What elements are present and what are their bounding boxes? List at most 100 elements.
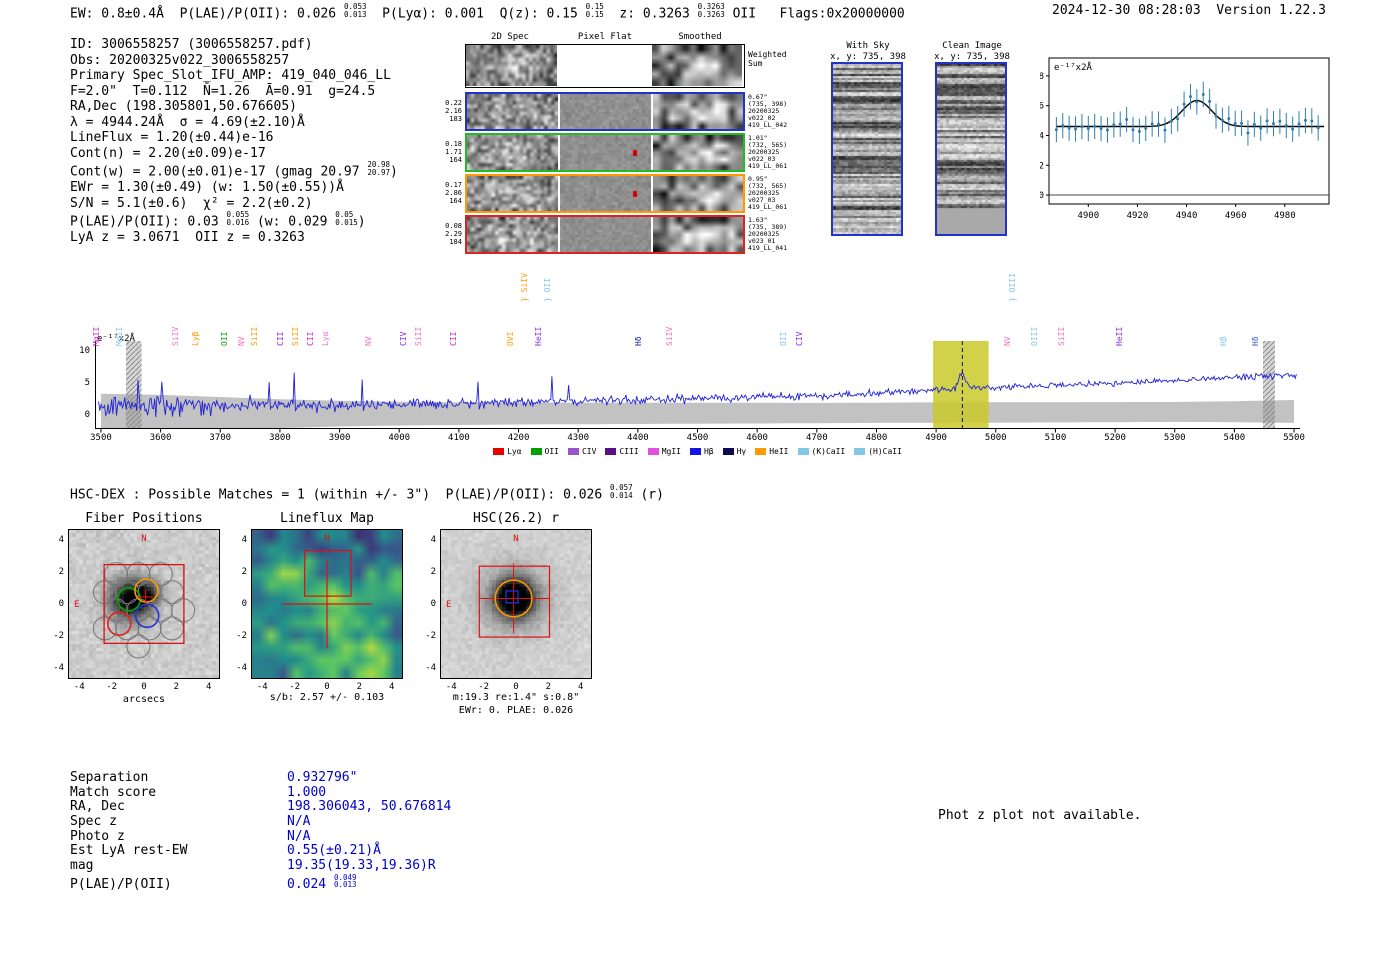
panel-x-tick-label: 0 (324, 682, 330, 692)
panel-x-tick-label: 2 (356, 682, 363, 692)
fiber-positions-title: Fiber Positions (85, 511, 203, 526)
lineflux-map-plot: N (251, 529, 403, 679)
fiber-circle (171, 598, 196, 623)
spectrum-y-tick-label: 10 (79, 346, 90, 357)
lineflux-map-title: Lineflux Map (280, 511, 374, 526)
fit-data-point (1201, 92, 1205, 96)
full-spectrum-plot (95, 341, 1300, 433)
spec2d-row-left-stats: 0.08 2.29 184 (445, 221, 462, 246)
panel-y-tick-label: -4 (53, 662, 64, 673)
legend-item: (H)CaII (854, 447, 902, 456)
emission-line-label: Lyβ (191, 331, 201, 346)
spectrum-y-tick-label: 5 (84, 378, 90, 389)
match-field-value: 0.55(±0.21)Å (287, 843, 381, 859)
cleanimage-image (935, 62, 1007, 236)
fit-data-point (1086, 127, 1090, 131)
fit-data-point (1284, 124, 1288, 128)
spectrum-x-tick-label: 4000 (388, 433, 411, 443)
spectrum-x-tick-label: 4800 (865, 433, 888, 443)
emission-line-label: Hδ (1251, 336, 1261, 346)
emission-line-label: SiII (250, 326, 260, 346)
match-field-value: 0.024 0.049 0.013 (287, 872, 357, 893)
emission-line-label: HeII (533, 326, 543, 346)
spec2d-col-header: 2D Spec (491, 32, 529, 42)
hsc-caption-morphology: m:19.3 re:1.4" s:0.8" (452, 692, 580, 703)
fit-data-point (1125, 117, 1129, 121)
fit-data-point (1240, 121, 1244, 125)
fit-y-tick-label: 0 (1040, 191, 1044, 201)
east-label: E (446, 600, 451, 610)
emission-line-label: OII (220, 331, 230, 346)
fiber-circle-highlighted (134, 603, 160, 629)
legend-swatch (605, 448, 617, 455)
panel-x-tick-label: -4 (73, 682, 85, 692)
legend-label: CIV (581, 447, 597, 456)
smoothed-image (652, 45, 742, 86)
spectrum-x-tick-label: 5100 (1044, 433, 1067, 443)
fit-data-point (1182, 102, 1186, 106)
fiber-circle (92, 616, 117, 641)
fiber-circle (104, 562, 129, 587)
fit-data-point (1233, 121, 1237, 125)
legend-label: Lyα (507, 447, 522, 456)
panel-x-tick-label: 4 (388, 682, 395, 692)
legend-swatch (755, 448, 767, 455)
masked-region-hatch (1263, 341, 1275, 429)
spectrum-x-tick-label: 4900 (925, 433, 947, 443)
legend-item: CIV (567, 447, 597, 456)
spec2d-image (466, 45, 557, 86)
fiber-circle-highlighted (106, 611, 132, 636)
spec2d-row-right-info: 0.67" (735, 398) 20200325 v022_02 419_LL… (748, 93, 788, 129)
fit-data-point (1163, 128, 1167, 132)
match-field-value: 19.35(19.33,19.36)R (287, 858, 436, 874)
spec2d-row-right-info: 1.63" (735, 389) 20200325 v023_01 419_LL… (748, 216, 788, 252)
spectrum-legend: Lyα OII CIV CIII MgII Hβ Hγ HeII (K)CaII (H)CaII (95, 447, 1300, 456)
fit-x-tick-label: 4940 (1176, 211, 1198, 221)
spectrum-x-tick-label: 4500 (686, 433, 709, 443)
north-label: N (513, 534, 518, 544)
info-line: RA,Dec (198.305801,50.676605) (70, 99, 297, 114)
info-line: Obs: 20200325v022_3006558257 (70, 52, 290, 68)
legend-item: CIII (605, 447, 639, 456)
emission-line-label: } OIII (1007, 273, 1017, 302)
cleanimage-canvas (937, 64, 1005, 234)
spectrum-error-band (101, 393, 1294, 429)
fit-x-tick-label: 4920 (1127, 211, 1149, 221)
spectrum-y-tick-label: 0 (84, 409, 90, 420)
fit-data-point (1105, 128, 1109, 132)
match-field-label: Photo z (70, 828, 125, 844)
north-label: N (141, 534, 146, 544)
spec2d-row-right-info: 0.95" (732, 565) 20200325 v027_03 419_LL… (748, 175, 788, 211)
match-field-value: 0.932796" (287, 770, 358, 785)
spectrum-x-tick-label: 5000 (984, 433, 1007, 443)
emission-line-label: OII (778, 331, 788, 346)
fit-y-tick-label: 6 (1040, 102, 1044, 112)
fit-plot-border (1048, 57, 1330, 205)
legend-swatch (689, 448, 701, 455)
header-datetime-version: 2024-12-30 08:28:03 Version 1.22.3 (1052, 3, 1326, 18)
stacked-uncertainty: 0.15 0.15 (585, 2, 604, 19)
panel-x-tick-label: -2 (106, 682, 118, 692)
fit-y-tick-label: 4 (1040, 131, 1044, 141)
spectrum-x-tick-label: 3500 (90, 433, 112, 443)
info-line: S/N = 5.1(±0.6) χ² = 2.2(±0.2) (70, 195, 313, 211)
emission-line-label: HeII (1115, 326, 1125, 346)
fit-y-tick-label: 2 (1040, 161, 1044, 171)
match-table-row: mag 19.35(19.33,19.36)R (70, 858, 451, 874)
info-line: ID: 3006558257 (3006558257.pdf) (70, 37, 313, 52)
info-line: LyA z = 3.0671 OII z = 0.3263 (70, 230, 305, 246)
lineflux-caption: s/b: 2.57 +/- 0.103 (269, 692, 385, 703)
fit-data-point (1278, 119, 1282, 123)
spectrum-x-tick-label: 3600 (149, 433, 172, 443)
match-field-label: mag (70, 858, 94, 874)
match-field-value: 1.000 (287, 784, 327, 800)
panel-x-tick-label: 0 (513, 682, 519, 692)
legend-item: OII (530, 447, 559, 456)
panel-x-tick-label: 2 (545, 682, 552, 692)
legend-label: MgII (661, 447, 681, 456)
fit-data-point (1316, 126, 1320, 130)
lineflux-box (304, 549, 352, 597)
emission-line-label: SiIV (171, 326, 181, 346)
elixer-report-page: EW: 0.8±0.4Å P(LAE)/P(OII): 0.026 0.053 0… (0, 0, 1400, 953)
emission-line-label: SiII (290, 326, 300, 346)
